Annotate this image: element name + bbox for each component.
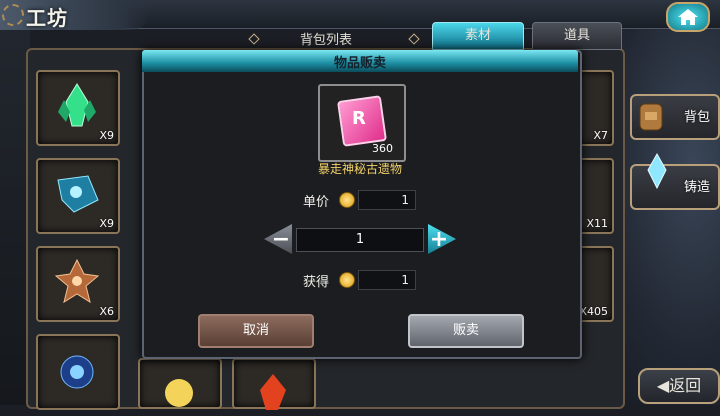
gear-icon <box>2 4 24 26</box>
inventory-slot[interactable]: X9 <box>36 158 120 234</box>
coin-icon <box>339 192 355 208</box>
unit-price-label: 单价 <box>303 195 330 210</box>
dialog-title: 物品贩卖 <box>333 56 386 71</box>
earn-value: 1 <box>358 270 416 290</box>
earn-label: 获得 <box>303 275 330 290</box>
item-count: X7 <box>593 129 608 142</box>
diamond-ornament <box>248 33 260 45</box>
item-count: X9 <box>99 217 114 230</box>
orange-crystal-icon <box>54 258 100 304</box>
item-letter: R <box>352 108 366 129</box>
home-icon <box>678 9 698 25</box>
page-title: 工坊 <box>26 6 68 30</box>
tab-materials[interactable]: 素材 <box>432 22 524 50</box>
blue-orb-icon <box>60 355 94 389</box>
backpack-icon <box>639 103 663 131</box>
forge-button[interactable]: 铸造 <box>630 152 720 210</box>
green-crystal-icon <box>58 83 96 127</box>
inventory-slot[interactable]: X9 <box>36 70 120 146</box>
home-button[interactable] <box>666 2 710 32</box>
item-count: X11 <box>586 217 608 230</box>
diamond-ornament <box>408 33 420 45</box>
blue-gem-icon <box>57 175 99 213</box>
back-label: 返回 <box>669 376 702 395</box>
gold-item-icon <box>165 379 193 407</box>
sell-button[interactable]: 贩卖 <box>408 314 524 348</box>
coin-icon <box>339 272 355 288</box>
inventory-list-label: 背包列表 <box>300 33 353 48</box>
red-crystal-icon <box>260 374 286 410</box>
inventory-slot[interactable] <box>36 334 120 410</box>
backpack-label: 背包 <box>683 110 710 125</box>
backpack-button[interactable]: 背包 <box>630 94 720 140</box>
back-button[interactable]: ◀返回 <box>638 368 720 404</box>
item-stack-count: 360 <box>372 142 393 155</box>
inventory-slot[interactable]: X6 <box>36 246 120 322</box>
unit-price-value: 1 <box>358 190 416 210</box>
item-count: X405 <box>579 305 608 318</box>
item-count: X9 <box>99 129 114 142</box>
inventory-slot[interactable] <box>138 358 222 409</box>
quantity-field[interactable]: 1 <box>296 228 424 252</box>
forge-label: 铸造 <box>683 180 710 195</box>
tab-items[interactable]: 道具 <box>532 22 622 50</box>
item-name: 暴走神秘古遗物 <box>317 162 402 176</box>
back-arrow-icon: ◀ <box>656 376 670 395</box>
cancel-button[interactable]: 取消 <box>198 314 314 348</box>
forge-crystal-icon <box>647 152 667 190</box>
inventory-slot[interactable] <box>232 358 316 410</box>
item-count: X6 <box>99 305 114 318</box>
